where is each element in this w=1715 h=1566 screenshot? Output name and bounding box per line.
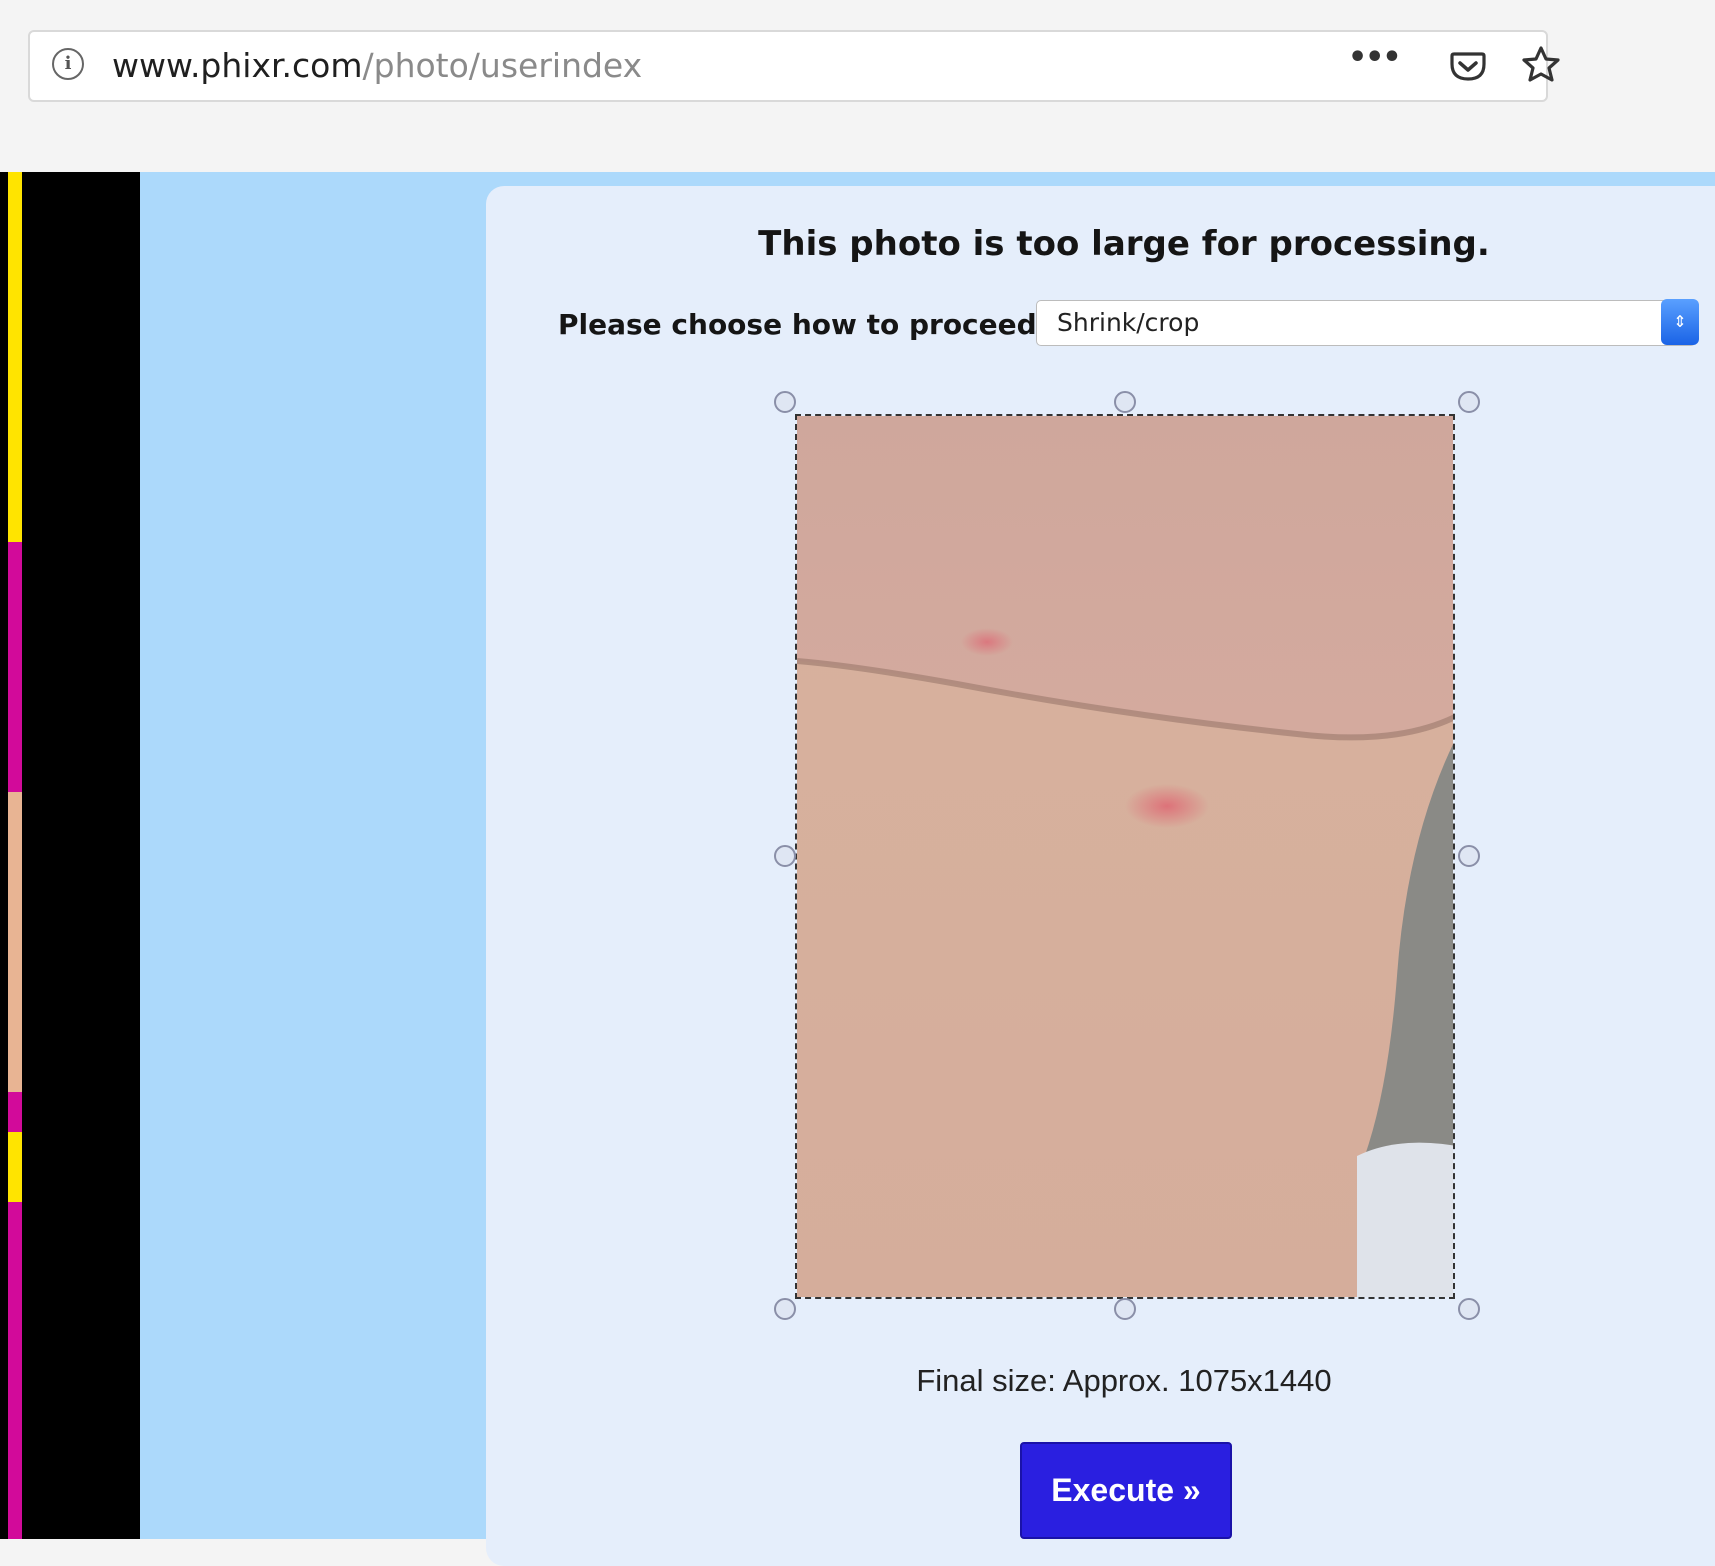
sidebar-stripe [8,1202,22,1539]
crop-handle-middle-right[interactable] [1458,845,1480,867]
proceed-label: Please choose how to proceed: [558,308,1048,341]
url-text[interactable]: www.phixr.com/photo/userindex [112,32,642,100]
crop-selection[interactable] [795,414,1455,1299]
crop-handle-bottom-left[interactable] [774,1298,796,1320]
dialog-title: This photo is too large for processing. [758,224,1490,264]
proceed-select[interactable]: Shrink/crop ⇕ [1036,299,1699,346]
url-host: www.phixr.com [112,46,363,85]
pocket-icon[interactable] [1448,46,1488,86]
browser-toolbar: i www.phixr.com/photo/userindex ••• [0,0,1715,172]
address-bar[interactable]: i www.phixr.com/photo/userindex ••• [28,30,1560,102]
proceed-select-value: Shrink/crop [1057,308,1200,337]
more-icon[interactable]: ••• [1348,43,1402,80]
star-icon[interactable] [1520,44,1562,86]
url-path: /photo/userindex [362,46,643,85]
sidebar-stripe [8,792,22,1092]
crop-handle-middle-left[interactable] [774,845,796,867]
info-icon[interactable]: i [52,48,84,80]
crop-handle-bottom-center[interactable] [1114,1298,1136,1320]
execute-button[interactable]: Execute » [1020,1442,1232,1539]
crop-handle-bottom-right[interactable] [1458,1298,1480,1320]
crop-handle-top-left[interactable] [774,391,796,413]
crop-handle-top-center[interactable] [1114,391,1136,413]
final-size-text: Final size: Approx. 1075x1440 [916,1363,1332,1398]
left-sidebar-strip [0,172,140,1539]
sidebar-stripe [8,1132,22,1202]
chevron-updown-icon[interactable]: ⇕ [1661,299,1699,345]
sidebar-stripe [8,172,22,542]
crop-handle-top-right[interactable] [1458,391,1480,413]
photo-preview [797,416,1453,1297]
